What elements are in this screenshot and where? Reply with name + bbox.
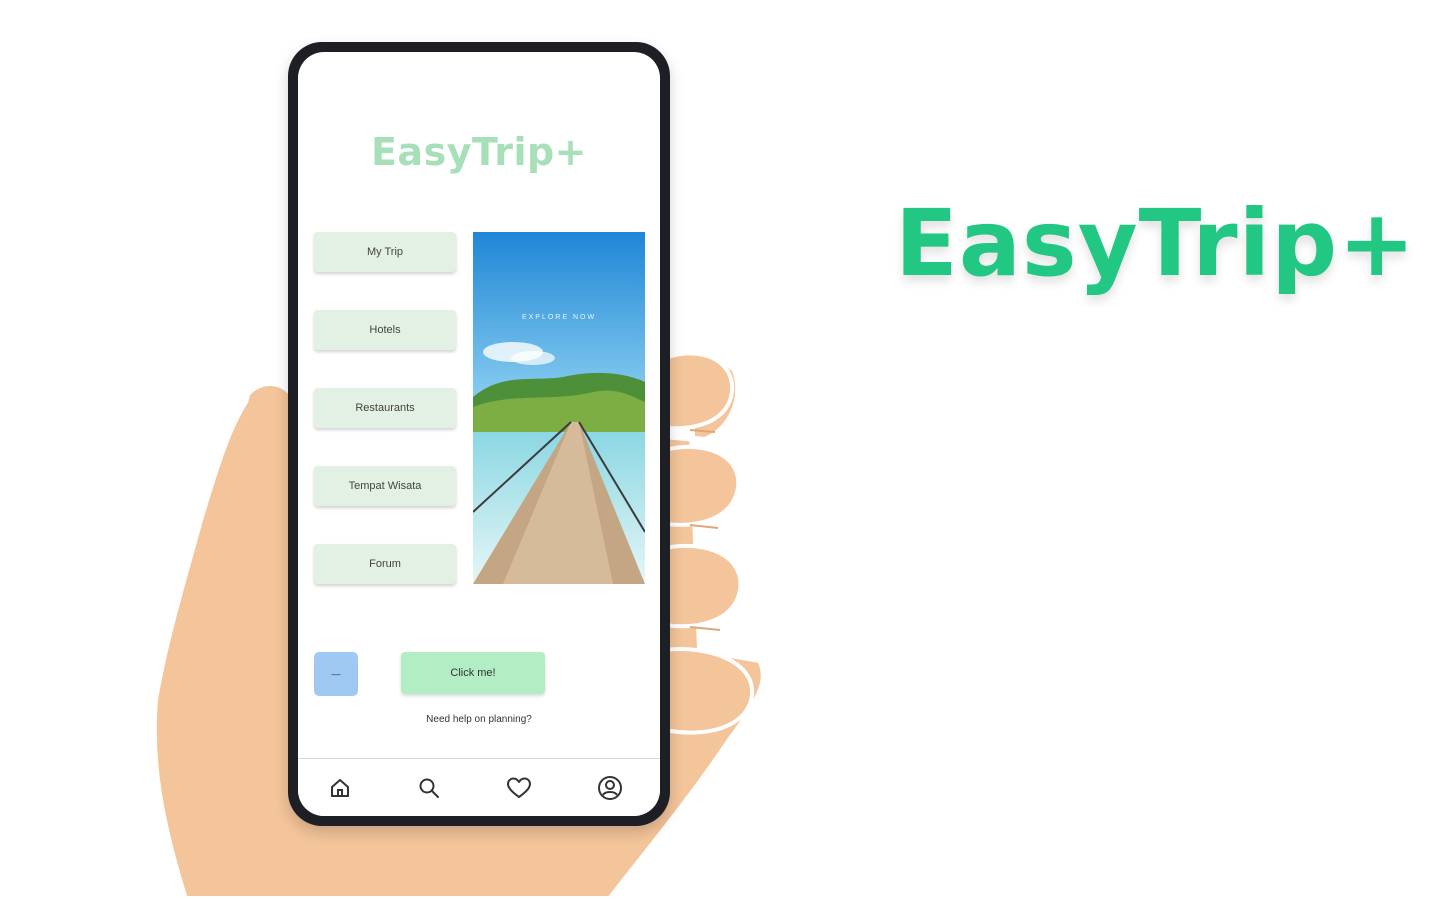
heart-icon <box>507 777 531 798</box>
click-me-button[interactable]: Click me! <box>401 652 545 694</box>
menu-button-hotels[interactable]: Hotels <box>314 310 456 350</box>
hand-illustration <box>150 351 767 899</box>
phone-screen: EasyTrip+ My Trip Hotels Restaurants Tem… <box>298 52 660 816</box>
tab-search[interactable] <box>414 773 444 803</box>
hero-caption: EXPLORE NOW <box>521 314 597 321</box>
phone-device: EasyTrip+ My Trip Hotels Restaurants Tem… <box>288 42 670 826</box>
profile-icon <box>598 776 622 800</box>
home-icon <box>331 779 349 797</box>
search-icon <box>419 778 439 798</box>
menu-button-my-trip[interactable]: My Trip <box>314 232 456 272</box>
menu-button-forum[interactable]: Forum <box>314 544 456 584</box>
app-logo: EasyTrip+ <box>370 130 588 174</box>
finger-2 <box>663 444 741 527</box>
tab-home[interactable] <box>325 773 355 803</box>
tab-favorites[interactable] <box>504 773 534 803</box>
brand-title: EasyTrip+ <box>895 190 1417 297</box>
finger-3 <box>663 543 743 629</box>
menu-button-restaurants[interactable]: Restaurants <box>314 388 456 428</box>
beach-pier-illustration <box>473 232 645 584</box>
hero-image: EXPLORE NOW <box>473 232 645 584</box>
tab-profile[interactable] <box>595 773 625 803</box>
bottom-tab-bar <box>298 758 660 816</box>
menu-button-tempat-wisata[interactable]: Tempat Wisata <box>314 466 456 506</box>
help-text: Need help on planning? <box>426 714 532 725</box>
small-blue-button[interactable]: — <box>314 652 358 696</box>
